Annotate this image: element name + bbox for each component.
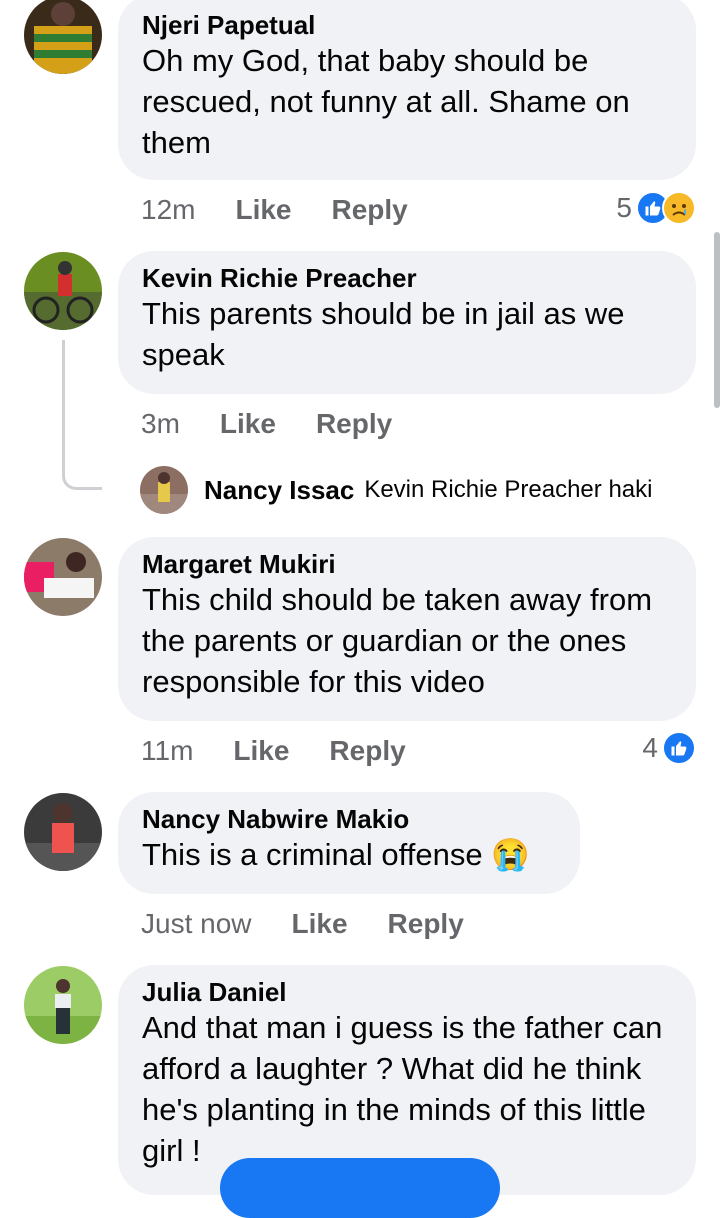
comment-actions: 12m Like Reply <box>141 192 448 228</box>
thread-connector <box>62 340 102 490</box>
reaction-count: 5 <box>616 192 632 223</box>
like-button[interactable]: Like <box>235 194 291 226</box>
avatar[interactable] <box>24 0 102 74</box>
reply-preview[interactable]: Nancy Issac Kevin Richie Preacher haki <box>140 466 652 514</box>
comment-time[interactable]: Just now <box>141 908 252 940</box>
reaction-summary[interactable]: 4 <box>642 730 696 766</box>
reaction-count: 4 <box>642 732 658 763</box>
reply-author[interactable]: Nancy Issac <box>204 475 354 506</box>
comment-time[interactable]: 12m <box>141 194 195 226</box>
floating-action-button[interactable] <box>220 1158 500 1218</box>
like-reaction-icon <box>662 731 696 765</box>
comment-bubble[interactable]: Nancy Nabwire Makio This is a criminal o… <box>118 792 580 894</box>
comment-actions: Just now Like Reply <box>141 906 504 942</box>
comment-author[interactable]: Julia Daniel <box>142 977 672 1007</box>
scrollbar[interactable] <box>714 232 720 408</box>
avatar[interactable] <box>24 793 102 871</box>
reaction-summary[interactable]: 5 <box>616 190 696 226</box>
comment-text: This parents should be in jail as we spe… <box>142 296 625 372</box>
comment-actions: 3m Like Reply <box>141 406 432 442</box>
reply-button[interactable]: Reply <box>329 735 405 767</box>
comment-bubble[interactable]: Margaret Mukiri This child should be tak… <box>118 537 696 721</box>
reply-button[interactable]: Reply <box>316 408 392 440</box>
sad-reaction-icon <box>662 191 696 225</box>
comment-author[interactable]: Margaret Mukiri <box>142 549 672 579</box>
avatar[interactable] <box>24 252 102 330</box>
comment-text: And that man i guess is the father can a… <box>142 1010 663 1168</box>
comment-bubble[interactable]: Kevin Richie Preacher This parents shoul… <box>118 251 696 394</box>
comment-text: This is a criminal offense 😭 <box>142 837 530 872</box>
comment-author[interactable]: Nancy Nabwire Makio <box>142 804 556 834</box>
avatar[interactable] <box>24 538 102 616</box>
comment-time[interactable]: 3m <box>141 408 180 440</box>
reply-text: Kevin Richie Preacher haki <box>364 476 653 503</box>
like-button[interactable]: Like <box>220 408 276 440</box>
comment-author[interactable]: Njeri Papetual <box>142 10 672 40</box>
comment-text: Oh my God, that baby should be rescued, … <box>142 43 630 160</box>
like-button[interactable]: Like <box>233 735 289 767</box>
comment-text: This child should be taken away from the… <box>142 582 653 699</box>
avatar[interactable] <box>140 466 188 514</box>
comment-author[interactable]: Kevin Richie Preacher <box>142 263 672 293</box>
reply-button[interactable]: Reply <box>388 908 464 940</box>
like-button[interactable]: Like <box>292 908 348 940</box>
comment-actions: 11m Like Reply <box>141 733 446 769</box>
reply-button[interactable]: Reply <box>332 194 408 226</box>
avatar[interactable] <box>24 966 102 1044</box>
comment-time[interactable]: 11m <box>141 735 193 767</box>
comment-bubble[interactable]: Njeri Papetual Oh my God, that baby shou… <box>118 0 696 180</box>
